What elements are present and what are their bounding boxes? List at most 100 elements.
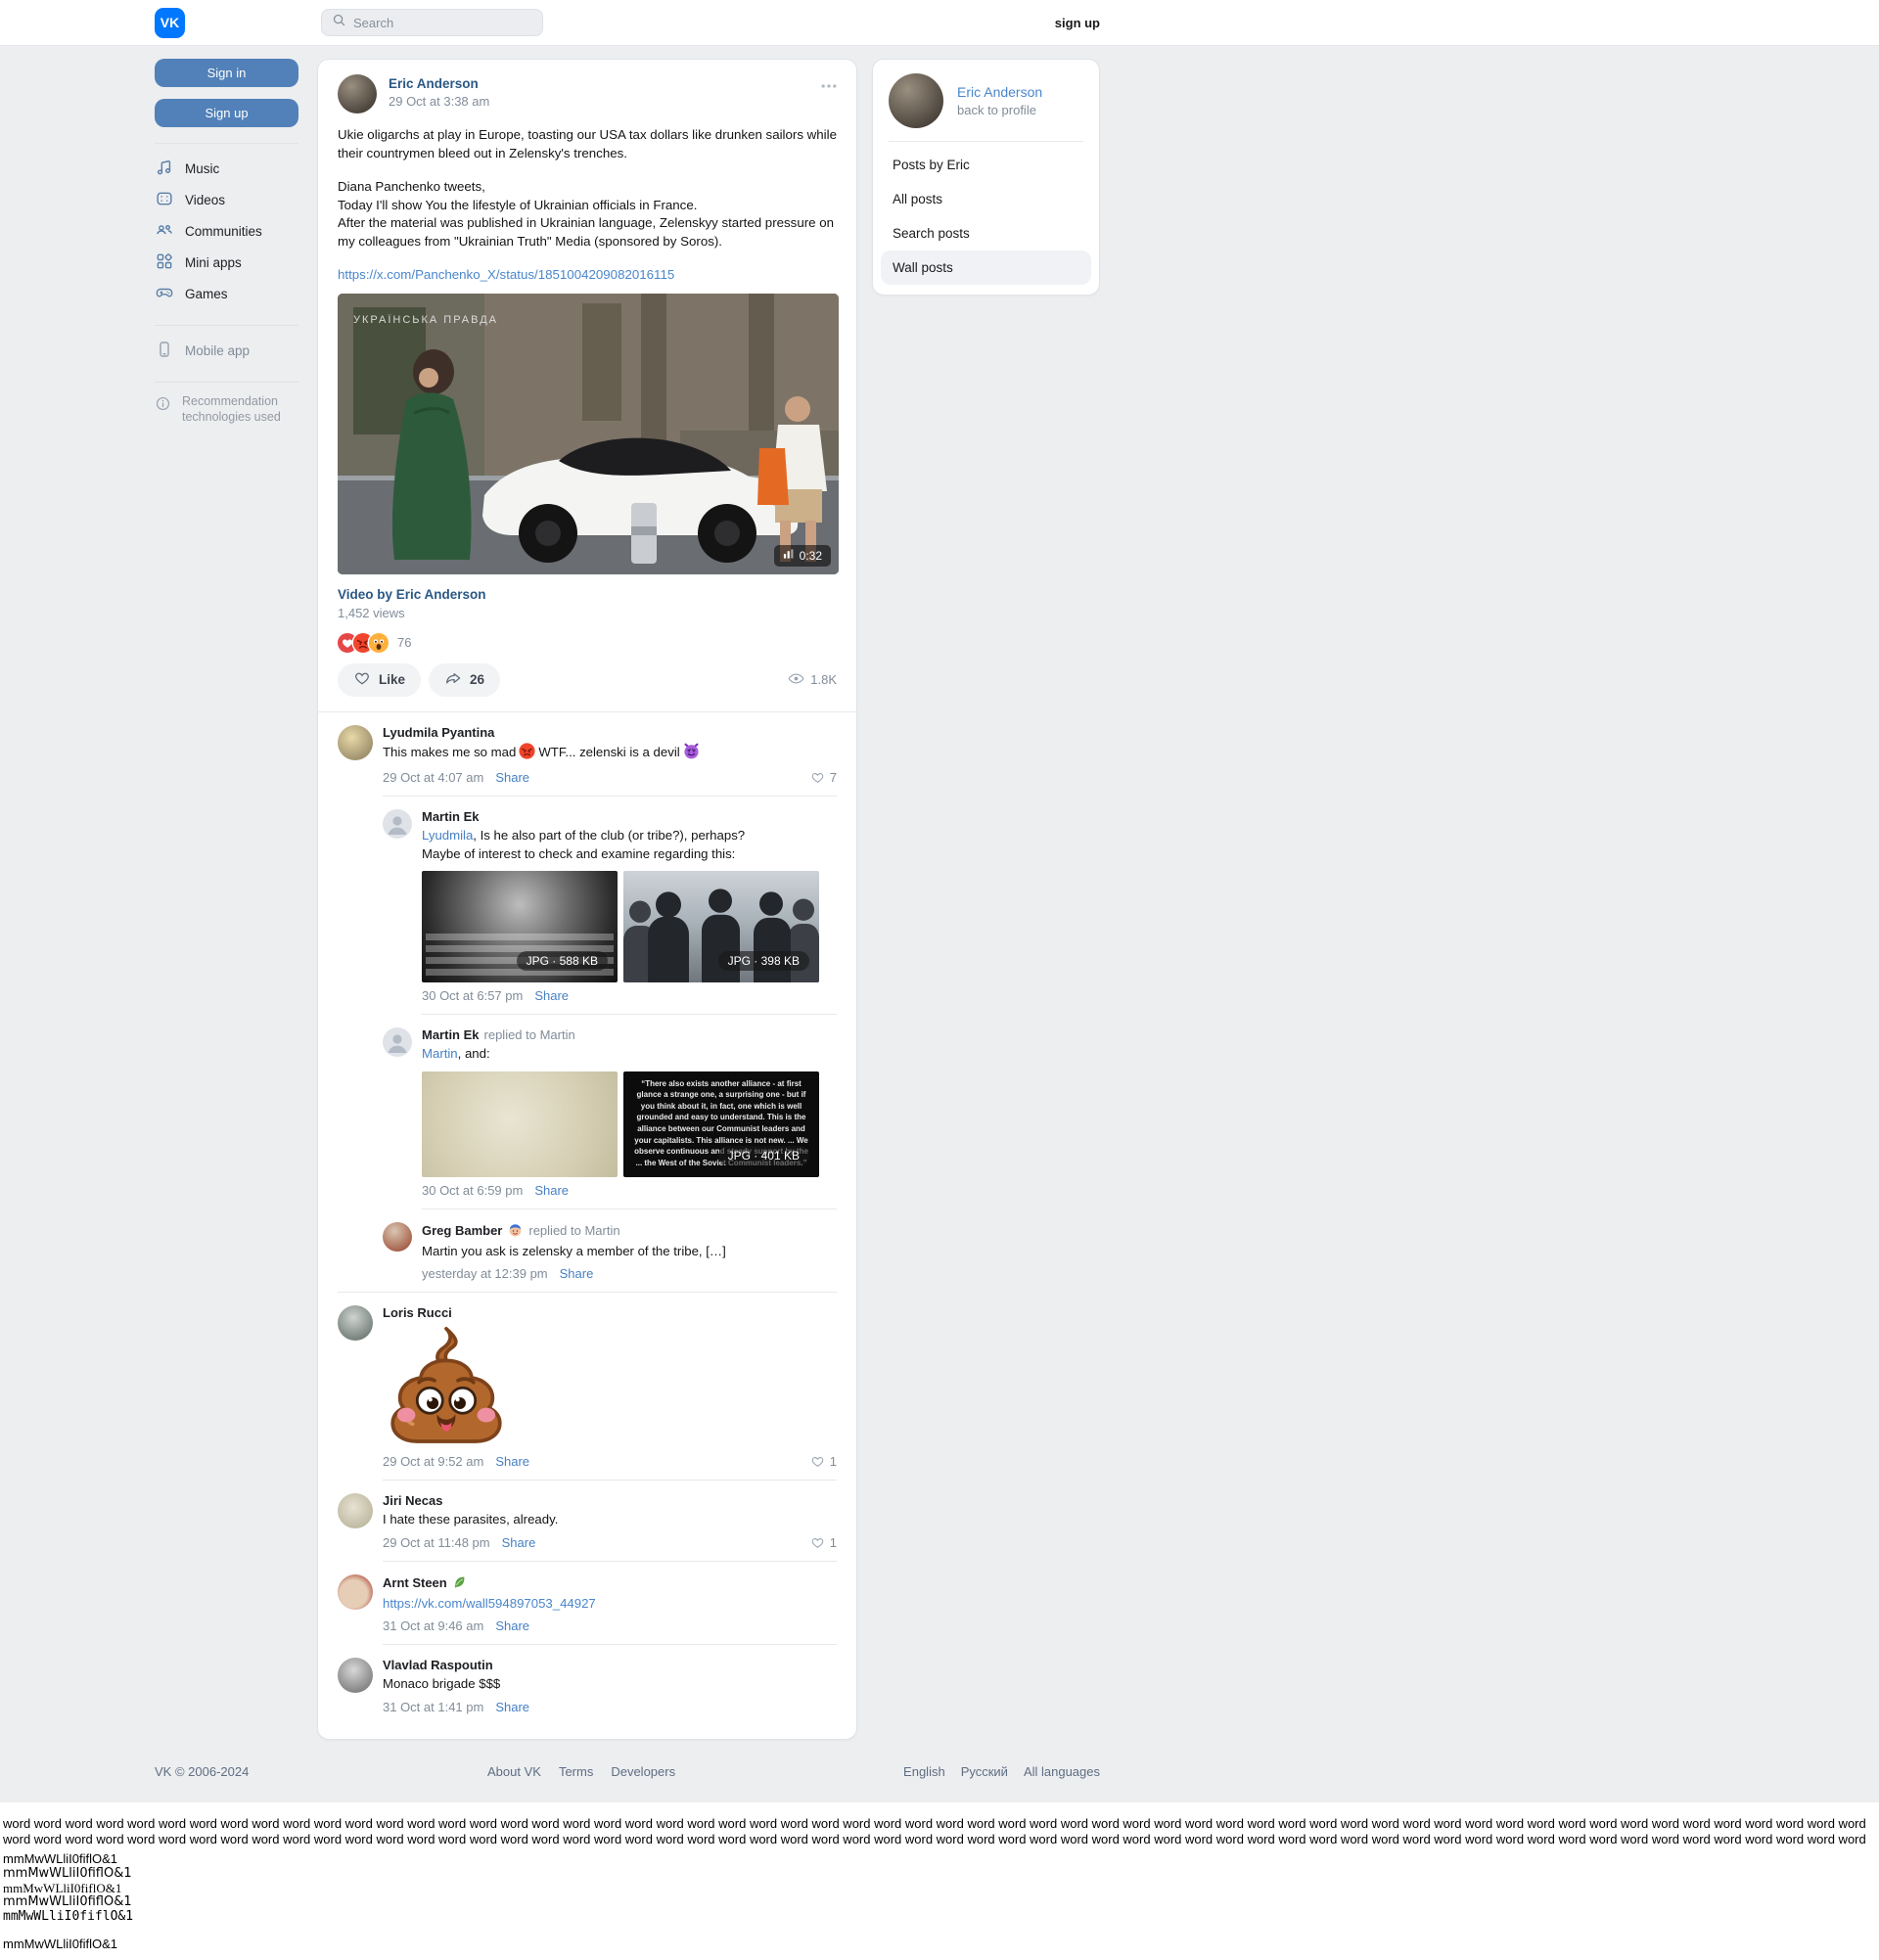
avatar[interactable]: [338, 724, 373, 760]
search-box[interactable]: [321, 9, 543, 36]
comment-like-button[interactable]: 1: [810, 1454, 837, 1469]
comment-author-link[interactable]: Lyudmila Pyantina: [383, 725, 837, 740]
search-icon: [332, 13, 346, 32]
mobile-phone-icon: [155, 340, 174, 362]
nav-item-all-posts[interactable]: All posts: [881, 182, 1091, 216]
comment-share-link[interactable]: Share: [534, 1183, 569, 1198]
avatar[interactable]: [383, 1221, 412, 1252]
attachment-image[interactable]: JPG · 588 KB: [422, 871, 618, 983]
post-more-button[interactable]: [815, 72, 843, 105]
comment-author-name: Martin Ek: [422, 1027, 480, 1043]
communities-icon: [155, 220, 174, 243]
right-sidebar: Eric Anderson back to profile Posts by E…: [872, 59, 1100, 296]
recommendation-label: Recommendation technologies used: [182, 394, 281, 425]
avatar[interactable]: [338, 1305, 373, 1342]
comment-share-link[interactable]: Share: [495, 1454, 529, 1469]
comment-author-link[interactable]: Loris Rucci: [383, 1305, 837, 1320]
signup-top-link[interactable]: sign up: [1055, 16, 1100, 30]
video-thumbnail[interactable]: УКРАЇНСЬКА ПРАВДА 0:32: [338, 293, 839, 574]
footer-link-developers[interactable]: Developers: [611, 1764, 675, 1779]
sidebar-item-label: Games: [185, 286, 228, 301]
vk-logo[interactable]: VK: [155, 7, 185, 38]
like-button[interactable]: Like: [338, 662, 422, 697]
sidebar-item-mobile-app[interactable]: Mobile app: [155, 335, 298, 366]
comment-like-button[interactable]: 7: [810, 770, 837, 785]
comment-author-link[interactable]: Arnt Steen: [383, 1574, 837, 1592]
footer-link-terms[interactable]: Terms: [559, 1764, 593, 1779]
post-author-avatar[interactable]: [338, 74, 377, 114]
nav-item-wall-posts[interactable]: Wall posts: [881, 251, 1091, 285]
comment: Vlavlad Raspoutin Monaco brigade $$$ 31 …: [338, 1645, 837, 1724]
avatar[interactable]: [338, 1573, 373, 1610]
comment-share-link[interactable]: Share: [560, 1266, 594, 1281]
signup-button[interactable]: Sign up: [155, 99, 298, 127]
avatar[interactable]: [383, 1027, 412, 1058]
post-card: Eric Anderson 29 Oct at 3:38 am Ukie oli…: [317, 59, 857, 1740]
comment-like-button[interactable]: 1: [810, 1535, 837, 1550]
comment-author-link[interactable]: Martin Ek: [422, 809, 837, 824]
comment-text: Monaco brigade $$$: [383, 1676, 501, 1692]
footer-lang-english[interactable]: English: [903, 1764, 945, 1779]
sidebar-item-games[interactable]: Games: [155, 278, 298, 309]
footer-link-about[interactable]: About VK: [487, 1764, 541, 1779]
profile-card: Eric Anderson back to profile Posts by E…: [872, 59, 1100, 296]
mini-apps-icon: [155, 251, 174, 274]
avatar[interactable]: [338, 1493, 373, 1529]
sidebar-item-communities[interactable]: Communities: [155, 215, 298, 247]
post-paragraph: Ukie oligarchs at play in Europe, toasti…: [338, 127, 837, 160]
profile-avatar[interactable]: [889, 73, 943, 128]
devil-emoji: [683, 743, 700, 764]
footer-lang-all[interactable]: All languages: [1024, 1764, 1100, 1779]
post-actions: Like 26 1.8K: [318, 662, 856, 697]
comment-author-link[interactable]: Martin Ek replied to Martin: [422, 1027, 837, 1042]
search-input[interactable]: [353, 15, 532, 30]
footer: VK © 2006-2024 About VK Terms Developers…: [155, 1764, 1100, 1779]
back-to-profile-label[interactable]: back to profile: [957, 103, 1042, 117]
footer-lang-russian[interactable]: Русский: [961, 1764, 1008, 1779]
eye-icon: [788, 670, 804, 690]
comment-share-link[interactable]: Share: [534, 988, 569, 1003]
sidebar-item-music[interactable]: Music: [155, 153, 298, 184]
comment-link[interactable]: https://vk.com/wall594897053_44927: [383, 1596, 596, 1611]
comment-author-link[interactable]: Jiri Necas: [383, 1493, 837, 1508]
avatar[interactable]: [383, 809, 412, 840]
comment-text: I hate these parasites, already.: [383, 1512, 559, 1527]
comment-author-link[interactable]: Vlavlad Raspoutin: [383, 1658, 837, 1672]
comment-author-name: Loris Rucci: [383, 1305, 452, 1321]
mention-link[interactable]: Lyudmila: [422, 828, 473, 843]
recommendation-technologies-link[interactable]: Recommendation technologies used: [155, 393, 298, 426]
sidebar-item-videos[interactable]: Videos: [155, 184, 298, 215]
post-author-link[interactable]: Eric Anderson: [389, 76, 489, 91]
attachment-badge: JPG · 588 KB: [516, 951, 608, 972]
comment-share-link[interactable]: Share: [495, 1618, 529, 1633]
attachment-badge: JPG · 401 KB: [717, 1145, 809, 1165]
nav-item-posts-by-eric[interactable]: Posts by Eric: [881, 148, 1091, 182]
attachment-image[interactable]: [422, 1071, 618, 1177]
reactions-row[interactable]: 76: [318, 632, 856, 653]
comment-date: 29 Oct at 4:07 am: [383, 770, 484, 786]
comment-share-link[interactable]: Share: [502, 1535, 536, 1550]
sidebar-item-label: Videos: [185, 192, 226, 207]
post-external-link[interactable]: https://x.com/Panchenko_X/status/1851004…: [318, 267, 856, 282]
sidebar-divider: [155, 325, 298, 326]
avatar[interactable]: [338, 1658, 373, 1694]
signin-button[interactable]: Sign in: [155, 59, 298, 87]
poop-sticker[interactable]: [383, 1325, 837, 1448]
nav-item-search-posts[interactable]: Search posts: [881, 216, 1091, 251]
comment-date: 31 Oct at 9:46 am: [383, 1618, 484, 1634]
comment-share-link[interactable]: Share: [495, 1700, 529, 1714]
comment-share-link[interactable]: Share: [495, 770, 529, 785]
profile-name-link[interactable]: Eric Anderson: [957, 84, 1042, 100]
share-button[interactable]: 26: [429, 662, 501, 697]
comment-author-link[interactable]: Greg Bamber replied to Martin: [422, 1222, 837, 1240]
comment-author-name: Lyudmila Pyantina: [383, 724, 495, 740]
attachment-image[interactable]: JPG · 398 KB: [623, 871, 819, 983]
sidebar-item-mini-apps[interactable]: Mini apps: [155, 247, 298, 278]
comment-date: 30 Oct at 6:59 pm: [422, 1182, 524, 1198]
attachment-image[interactable]: “There also exists another alliance - at…: [623, 1071, 819, 1177]
post-date[interactable]: 29 Oct at 3:38 am: [389, 94, 489, 109]
video-title-link[interactable]: Video by Eric Anderson: [318, 587, 856, 602]
mention-link[interactable]: Martin: [422, 1046, 458, 1061]
profile-card-divider: [889, 141, 1083, 142]
comment-author-name: Vlavlad Raspoutin: [383, 1658, 493, 1673]
